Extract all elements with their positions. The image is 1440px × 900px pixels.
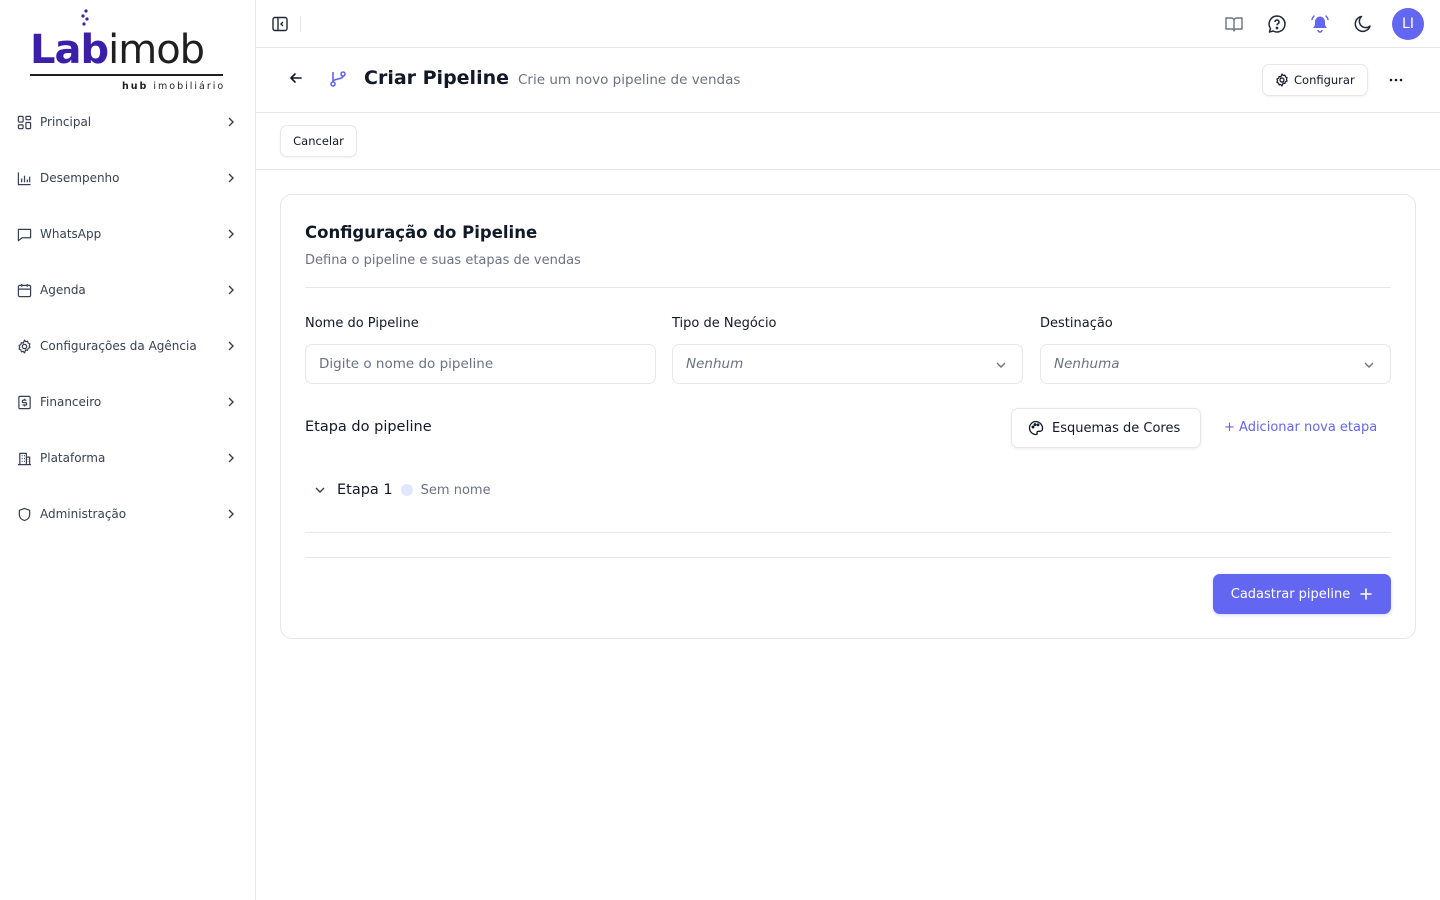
submit-pipeline-button[interactable]: Cadastrar pipeline bbox=[1213, 574, 1391, 614]
stage-divider bbox=[305, 532, 1391, 533]
footer-divider bbox=[305, 557, 1391, 558]
chevron-right-icon bbox=[228, 229, 234, 239]
card-divider bbox=[305, 287, 1391, 288]
destination-value: Nenhuma bbox=[1054, 356, 1120, 372]
chevron-down-icon bbox=[1364, 362, 1374, 368]
git-branch-icon bbox=[330, 71, 346, 87]
gear-icon bbox=[1276, 73, 1288, 87]
logo-dots-icon bbox=[81, 9, 89, 26]
arrow-left-icon[interactable] bbox=[288, 70, 304, 86]
sidebar-toggle-icon[interactable] bbox=[270, 14, 290, 34]
business-type-select[interactable]: Nenhum bbox=[672, 344, 1023, 384]
logo-underline bbox=[30, 74, 223, 76]
app-root: Labimob hub imobiliário Principal Desemp… bbox=[0, 0, 1440, 900]
sidebar-item-label: Configurações da Agência bbox=[40, 339, 197, 353]
sidebar-item-label: Financeiro bbox=[40, 395, 102, 409]
page-title: Criar Pipeline bbox=[364, 67, 509, 89]
business-type-value: Nenhum bbox=[686, 356, 744, 372]
stages-section-title: Etapa do pipeline bbox=[305, 419, 432, 435]
action-bar: Cancelar bbox=[256, 113, 1440, 170]
bell-ringing-icon[interactable] bbox=[1309, 13, 1331, 35]
palette-icon bbox=[1028, 420, 1044, 436]
sidebar: Labimob hub imobiliário Principal Desemp… bbox=[0, 0, 256, 900]
stage-color-dot[interactable] bbox=[400, 484, 413, 496]
chevron-right-icon bbox=[228, 397, 234, 407]
sidebar-item-principal[interactable]: Principal bbox=[0, 94, 256, 150]
sidebar-item-configuracoes[interactable]: Configurações da Agência bbox=[0, 318, 256, 374]
message-icon bbox=[17, 227, 32, 242]
sidebar-item-whatsapp[interactable]: WhatsApp bbox=[0, 206, 256, 262]
configure-button[interactable]: Configurar bbox=[1262, 64, 1368, 96]
configure-button-label: Configurar bbox=[1294, 73, 1355, 87]
sidebar-item-label: Plataforma bbox=[40, 451, 106, 465]
building-icon bbox=[17, 451, 32, 466]
grid-icon bbox=[17, 115, 32, 130]
chevron-right-icon bbox=[228, 285, 234, 295]
topbar: LI bbox=[256, 0, 1440, 48]
sidebar-nav: Principal Desempenho WhatsApp Agenda Con… bbox=[0, 94, 256, 542]
page-subtitle: Crie um novo pipeline de vendas bbox=[518, 72, 741, 88]
cancel-button[interactable]: Cancelar bbox=[280, 125, 357, 157]
more-horizontal-icon[interactable] bbox=[1386, 70, 1406, 90]
pipeline-config-card: Configuração do Pipeline Defina o pipeli… bbox=[280, 194, 1416, 639]
sidebar-item-desempenho[interactable]: Desempenho bbox=[0, 150, 256, 206]
stage-row[interactable]: Etapa 1 Sem nome bbox=[313, 480, 491, 500]
business-type-label: Tipo de Negócio bbox=[672, 316, 777, 331]
sidebar-item-label: Desempenho bbox=[40, 171, 120, 185]
destination-label: Destinação bbox=[1040, 316, 1113, 331]
chevron-right-icon bbox=[228, 173, 234, 183]
dollar-icon bbox=[17, 395, 32, 410]
logo-wordmark: Labimob bbox=[30, 27, 205, 73]
sidebar-item-financeiro[interactable]: Financeiro bbox=[0, 374, 256, 430]
chevron-right-icon bbox=[228, 117, 234, 127]
sidebar-item-agenda[interactable]: Agenda bbox=[0, 262, 256, 318]
moon-icon[interactable] bbox=[1352, 13, 1374, 35]
sidebar-item-label: Agenda bbox=[40, 283, 86, 297]
stage-name: Etapa 1 bbox=[337, 482, 393, 498]
chevron-right-icon bbox=[228, 453, 234, 463]
sidebar-item-label: Principal bbox=[40, 115, 92, 129]
pipeline-name-input[interactable] bbox=[305, 344, 656, 384]
sidebar-item-plataforma[interactable]: Plataforma bbox=[0, 430, 256, 486]
avatar[interactable]: LI bbox=[1392, 8, 1424, 40]
color-schemes-label: Esquemas de Cores bbox=[1052, 420, 1181, 436]
help-chat-icon[interactable] bbox=[1266, 13, 1288, 35]
sidebar-item-label: Administração bbox=[40, 507, 127, 521]
card-subtitle: Defina o pipeline e suas etapas de venda… bbox=[305, 253, 581, 268]
stage-placeholder: Sem nome bbox=[420, 482, 491, 498]
calendar-icon bbox=[17, 283, 32, 298]
logo[interactable]: Labimob hub imobiliário bbox=[30, 8, 230, 94]
submit-pipeline-label: Cadastrar pipeline bbox=[1230, 586, 1351, 602]
color-schemes-button[interactable]: Esquemas de Cores bbox=[1011, 408, 1201, 448]
logo-tagline: hub imobiliário bbox=[122, 81, 226, 92]
destination-select[interactable]: Nenhuma bbox=[1040, 344, 1391, 384]
add-stage-link[interactable]: + Adicionar nova etapa bbox=[1224, 420, 1377, 435]
page-header: Criar Pipeline Crie um novo pipeline de … bbox=[256, 48, 1440, 113]
card-title: Configuração do Pipeline bbox=[305, 223, 538, 242]
chevron-right-icon bbox=[228, 341, 234, 351]
sidebar-item-label: WhatsApp bbox=[40, 227, 102, 241]
pipeline-name-label: Nome do Pipeline bbox=[305, 316, 419, 331]
book-icon[interactable] bbox=[1223, 13, 1245, 35]
plus-icon bbox=[1360, 588, 1373, 600]
shield-icon bbox=[17, 507, 32, 522]
gear-icon bbox=[17, 339, 32, 354]
chevron-down-icon bbox=[996, 362, 1006, 368]
topbar-divider bbox=[300, 16, 301, 32]
chevron-down-icon[interactable] bbox=[313, 483, 327, 497]
chevron-right-icon bbox=[228, 509, 234, 519]
sidebar-item-administracao[interactable]: Administração bbox=[0, 486, 256, 542]
bar-chart-icon bbox=[17, 171, 32, 186]
